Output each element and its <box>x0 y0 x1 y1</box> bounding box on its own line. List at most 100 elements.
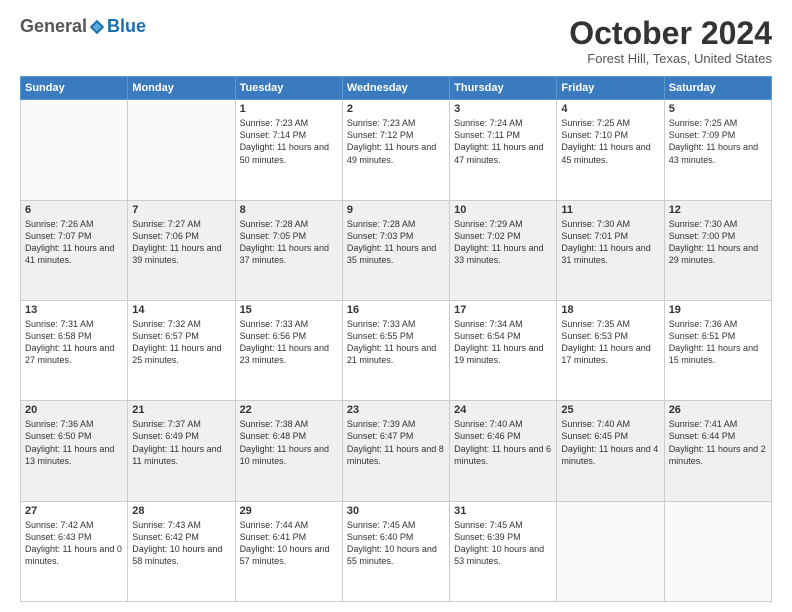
table-cell: 29 Sunrise: 7:44 AMSunset: 6:41 PMDayligh… <box>235 501 342 601</box>
day-number: 29 <box>240 505 338 517</box>
table-cell <box>557 501 664 601</box>
col-saturday: Saturday <box>664 77 771 100</box>
table-cell: 2 Sunrise: 7:23 AMSunset: 7:12 PMDaylight… <box>342 100 449 200</box>
table-cell: 24 Sunrise: 7:40 AMSunset: 6:46 PMDayligh… <box>450 401 557 501</box>
cell-details: Sunrise: 7:23 AMSunset: 7:12 PMDaylight:… <box>347 117 445 166</box>
table-cell: 28 Sunrise: 7:43 AMSunset: 6:42 PMDayligh… <box>128 501 235 601</box>
table-cell <box>21 100 128 200</box>
cell-details: Sunrise: 7:26 AMSunset: 7:07 PMDaylight:… <box>25 218 123 267</box>
cell-details: Sunrise: 7:30 AMSunset: 7:01 PMDaylight:… <box>561 218 659 267</box>
page: General Blue October 2024 Forest Hill, T… <box>0 0 792 612</box>
table-cell: 10Sunrise: 7:29 AMSunset: 7:02 PMDayligh… <box>450 200 557 300</box>
table-cell: 13Sunrise: 7:31 AMSunset: 6:58 PMDayligh… <box>21 300 128 400</box>
day-number: 22 <box>240 404 338 416</box>
col-wednesday: Wednesday <box>342 77 449 100</box>
day-number: 18 <box>561 304 659 316</box>
cell-details: Sunrise: 7:40 AMSunset: 6:45 PMDaylight:… <box>561 418 659 467</box>
cell-details: Sunrise: 7:41 AMSunset: 6:44 PMDaylight:… <box>669 418 767 467</box>
day-number: 2 <box>347 103 445 115</box>
day-number: 14 <box>132 304 230 316</box>
cell-details: Sunrise: 7:28 AMSunset: 7:03 PMDaylight:… <box>347 218 445 267</box>
cell-details: Sunrise: 7:27 AMSunset: 7:06 PMDaylight:… <box>132 218 230 267</box>
table-cell: 18 Sunrise: 7:35 AMSunset: 6:53 PMDayligh… <box>557 300 664 400</box>
table-cell <box>664 501 771 601</box>
day-number: 9 <box>347 204 445 216</box>
table-cell: 16Sunrise: 7:33 AMSunset: 6:55 PMDayligh… <box>342 300 449 400</box>
header: General Blue October 2024 Forest Hill, T… <box>20 16 772 66</box>
table-cell: 9 Sunrise: 7:28 AMSunset: 7:03 PMDaylight… <box>342 200 449 300</box>
table-cell: 15 Sunrise: 7:33 AMSunset: 6:56 PMDayligh… <box>235 300 342 400</box>
cell-details: Sunrise: 7:39 AMSunset: 6:47 PMDaylight:… <box>347 418 445 467</box>
col-friday: Friday <box>557 77 664 100</box>
table-cell: 20Sunrise: 7:36 AMSunset: 6:50 PMDayligh… <box>21 401 128 501</box>
cell-details: Sunrise: 7:40 AMSunset: 6:46 PMDaylight:… <box>454 418 552 467</box>
day-number: 11 <box>561 204 659 216</box>
day-number: 1 <box>240 103 338 115</box>
day-number: 31 <box>454 505 552 517</box>
calendar-table: Sunday Monday Tuesday Wednesday Thursday… <box>20 76 772 602</box>
day-number: 27 <box>25 505 123 517</box>
day-number: 16 <box>347 304 445 316</box>
table-cell: 14 Sunrise: 7:32 AMSunset: 6:57 PMDayligh… <box>128 300 235 400</box>
table-cell: 22 Sunrise: 7:38 AMSunset: 6:48 PMDayligh… <box>235 401 342 501</box>
cell-details: Sunrise: 7:25 AMSunset: 7:10 PMDaylight:… <box>561 117 659 166</box>
day-number: 28 <box>132 505 230 517</box>
day-number: 20 <box>25 404 123 416</box>
day-number: 3 <box>454 103 552 115</box>
day-number: 24 <box>454 404 552 416</box>
cell-details: Sunrise: 7:31 AMSunset: 6:58 PMDaylight:… <box>25 318 123 367</box>
table-cell: 31 Sunrise: 7:45 AMSunset: 6:39 PMDayligh… <box>450 501 557 601</box>
cell-details: Sunrise: 7:23 AMSunset: 7:14 PMDaylight:… <box>240 117 338 166</box>
day-number: 7 <box>132 204 230 216</box>
logo-blue-text: Blue <box>107 16 146 37</box>
table-cell: 5Sunrise: 7:25 AMSunset: 7:09 PMDaylight… <box>664 100 771 200</box>
table-cell: 25 Sunrise: 7:40 AMSunset: 6:45 PMDayligh… <box>557 401 664 501</box>
col-tuesday: Tuesday <box>235 77 342 100</box>
calendar-week-2: 6 Sunrise: 7:26 AMSunset: 7:07 PMDaylight… <box>21 200 772 300</box>
day-number: 6 <box>25 204 123 216</box>
day-number: 26 <box>669 404 767 416</box>
table-cell: 30Sunrise: 7:45 AMSunset: 6:40 PMDayligh… <box>342 501 449 601</box>
day-number: 8 <box>240 204 338 216</box>
location: Forest Hill, Texas, United States <box>569 51 772 66</box>
cell-details: Sunrise: 7:37 AMSunset: 6:49 PMDaylight:… <box>132 418 230 467</box>
day-number: 15 <box>240 304 338 316</box>
day-number: 21 <box>132 404 230 416</box>
table-cell: 19Sunrise: 7:36 AMSunset: 6:51 PMDayligh… <box>664 300 771 400</box>
calendar-header-row: Sunday Monday Tuesday Wednesday Thursday… <box>21 77 772 100</box>
table-cell: 26 Sunrise: 7:41 AMSunset: 6:44 PMDayligh… <box>664 401 771 501</box>
col-sunday: Sunday <box>21 77 128 100</box>
table-cell: 4Sunrise: 7:25 AMSunset: 7:10 PMDaylight… <box>557 100 664 200</box>
cell-details: Sunrise: 7:35 AMSunset: 6:53 PMDaylight:… <box>561 318 659 367</box>
cell-details: Sunrise: 7:45 AMSunset: 6:40 PMDaylight:… <box>347 519 445 568</box>
logo-general-text: General <box>20 16 87 37</box>
cell-details: Sunrise: 7:45 AMSunset: 6:39 PMDaylight:… <box>454 519 552 568</box>
table-cell: 27 Sunrise: 7:42 AMSunset: 6:43 PMDayligh… <box>21 501 128 601</box>
table-cell: 17 Sunrise: 7:34 AMSunset: 6:54 PMDayligh… <box>450 300 557 400</box>
cell-details: Sunrise: 7:44 AMSunset: 6:41 PMDaylight:… <box>240 519 338 568</box>
table-cell: 21 Sunrise: 7:37 AMSunset: 6:49 PMDayligh… <box>128 401 235 501</box>
title-block: October 2024 Forest Hill, Texas, United … <box>569 16 772 66</box>
day-number: 19 <box>669 304 767 316</box>
day-number: 23 <box>347 404 445 416</box>
calendar-week-1: 1 Sunrise: 7:23 AMSunset: 7:14 PMDaylight… <box>21 100 772 200</box>
cell-details: Sunrise: 7:29 AMSunset: 7:02 PMDaylight:… <box>454 218 552 267</box>
cell-details: Sunrise: 7:24 AMSunset: 7:11 PMDaylight:… <box>454 117 552 166</box>
table-cell: 8 Sunrise: 7:28 AMSunset: 7:05 PMDaylight… <box>235 200 342 300</box>
cell-details: Sunrise: 7:28 AMSunset: 7:05 PMDaylight:… <box>240 218 338 267</box>
cell-details: Sunrise: 7:32 AMSunset: 6:57 PMDaylight:… <box>132 318 230 367</box>
day-number: 12 <box>669 204 767 216</box>
logo-icon <box>88 18 106 36</box>
cell-details: Sunrise: 7:42 AMSunset: 6:43 PMDaylight:… <box>25 519 123 568</box>
calendar-week-3: 13Sunrise: 7:31 AMSunset: 6:58 PMDayligh… <box>21 300 772 400</box>
cell-details: Sunrise: 7:43 AMSunset: 6:42 PMDaylight:… <box>132 519 230 568</box>
table-cell: 7 Sunrise: 7:27 AMSunset: 7:06 PMDaylight… <box>128 200 235 300</box>
cell-details: Sunrise: 7:38 AMSunset: 6:48 PMDaylight:… <box>240 418 338 467</box>
cell-details: Sunrise: 7:34 AMSunset: 6:54 PMDaylight:… <box>454 318 552 367</box>
col-thursday: Thursday <box>450 77 557 100</box>
cell-details: Sunrise: 7:33 AMSunset: 6:56 PMDaylight:… <box>240 318 338 367</box>
day-number: 25 <box>561 404 659 416</box>
calendar-week-4: 20Sunrise: 7:36 AMSunset: 6:50 PMDayligh… <box>21 401 772 501</box>
cell-details: Sunrise: 7:30 AMSunset: 7:00 PMDaylight:… <box>669 218 767 267</box>
day-number: 17 <box>454 304 552 316</box>
